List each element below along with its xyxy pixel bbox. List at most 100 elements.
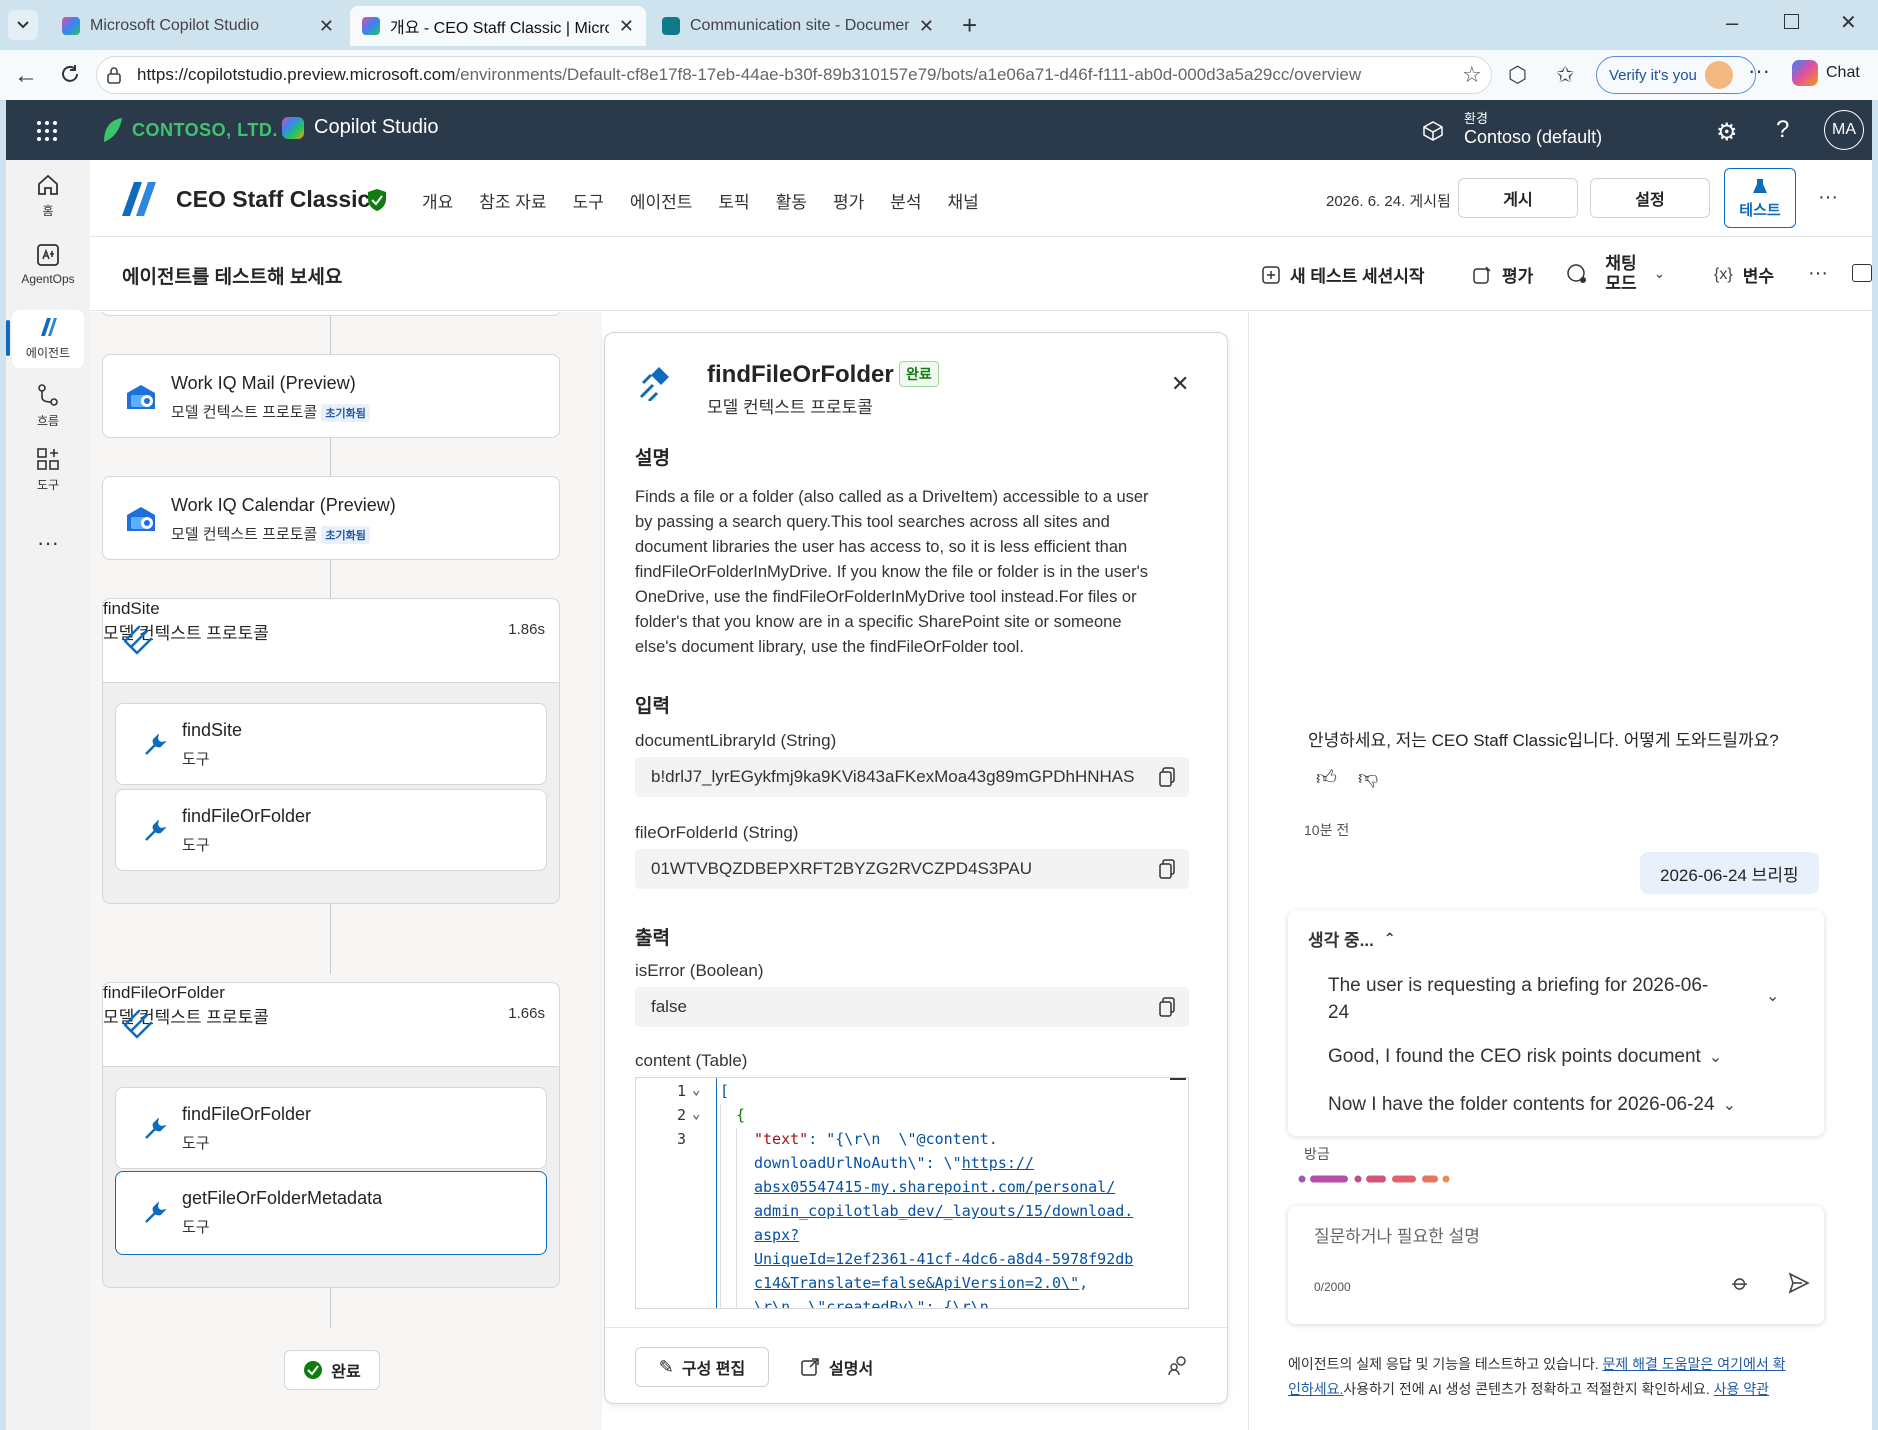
close-window-icon[interactable]: ✕ (1840, 10, 1857, 35)
feedback-people-icon[interactable] (1167, 1355, 1189, 1377)
rail-item-agentops[interactable]: AgentOps (6, 242, 90, 286)
thought-step-3[interactable]: Now I have the folder contents for 2026-… (1328, 1094, 1736, 1116)
tab-list-button[interactable] (8, 10, 38, 40)
thumbs-down-icon[interactable]: 👎︎ (1358, 766, 1378, 790)
browser-tab-2[interactable]: 개요 - CEO Staff Classic | Microsoft ✕ (350, 6, 646, 46)
chevron-down-icon[interactable]: ⌄ (1766, 986, 1779, 1006)
settings-gear-icon[interactable]: ⚙ (1716, 118, 1738, 147)
app-launcher-icon[interactable] (36, 120, 58, 142)
verify-label: Verify it's you (1609, 66, 1697, 84)
new-test-session-button[interactable]: 새 테스트 세션시작 (1262, 262, 1425, 287)
tab-analytics[interactable]: 분석 (890, 188, 921, 213)
code-url[interactable]: UniqueId=12ef2361-41cf-4dc6-a8d4-5978f92… (754, 1250, 1133, 1268)
copilot-chat-button[interactable]: Chat (1792, 60, 1860, 86)
thought-step-2[interactable]: Good, I found the CEO risk points docume… (1328, 1046, 1722, 1068)
tool-card-selected[interactable]: getFileOrFolderMetadata 도구 (115, 1171, 547, 1255)
description-line: folder's that you know are in a specific… (635, 613, 1122, 631)
copy-icon[interactable] (1159, 997, 1175, 1017)
browser-tab-3[interactable]: Communication site - Documents ✕ (650, 6, 946, 46)
docs-button[interactable]: 설명서 (801, 1355, 873, 1379)
favorite-star-icon[interactable]: ☆ (1462, 62, 1482, 88)
description-line: by passing a search query.This tool sear… (635, 513, 1110, 531)
rail-item-agents[interactable]: 에이전트 (6, 314, 90, 361)
test-more-icon[interactable]: ··· (1808, 262, 1828, 285)
send-icon[interactable] (1788, 1272, 1810, 1294)
more-icon[interactable]: ··· (1748, 58, 1770, 84)
tab-channels[interactable]: 채널 (948, 188, 979, 213)
collapse-pane-icon[interactable] (1852, 264, 1872, 282)
content-code-viewer[interactable]: 1 2 3 ⌄ ⌄ [ { "text": "{\r\n \"@content.… (635, 1077, 1189, 1309)
mcp-card-calendar[interactable]: Work IQ Calendar (Preview) 모델 컨텍스트 프로토콜 초… (102, 476, 560, 560)
chevron-down-icon: ⌄ (1708, 1049, 1723, 1066)
chat-input-box[interactable]: 질문하거나 필요한 설명 0/2000 ⌀ (1288, 1206, 1824, 1324)
thought-text: 24 (1328, 1002, 1350, 1023)
maximize-icon[interactable] (1784, 14, 1799, 29)
troubleshoot-link[interactable]: 인하세요. (1288, 1381, 1343, 1397)
mcp-card-mail[interactable]: Work IQ Mail (Preview) 모델 컨텍스트 프로토콜 초기화됨 (102, 354, 560, 438)
scrollbar-thumb[interactable] (1170, 1078, 1186, 1080)
lock-icon[interactable] (106, 66, 122, 84)
refresh-icon[interactable] (58, 62, 82, 86)
thought-step-1[interactable]: The user is requesting a briefing for 20… (1328, 972, 1748, 1026)
code-url[interactable]: aspx? (754, 1226, 799, 1244)
troubleshoot-link[interactable]: 문제 해결 도움말은 여기에서 확 (1602, 1356, 1785, 1372)
publish-label: 게시 (1503, 192, 1533, 209)
extensions-icon[interactable]: ⬡ (1508, 62, 1527, 88)
address-bar[interactable]: https://copilotstudio.preview.microsoft.… (96, 56, 1492, 94)
browser-tab-1[interactable]: Microsoft Copilot Studio ✕ (50, 6, 346, 46)
copy-icon[interactable] (1159, 767, 1175, 787)
tool-card[interactable]: findSite 도구 (115, 703, 547, 785)
test-button[interactable]: 테스트 (1724, 168, 1796, 228)
chat-mode-dropdown[interactable]: 채팅 모드 ⌄ (1566, 254, 1665, 294)
close-tab-icon[interactable]: ✕ (619, 16, 634, 37)
close-tab-icon[interactable]: ✕ (319, 16, 334, 37)
environment-label: 환경 (1464, 111, 1488, 126)
tab-agents[interactable]: 에이전트 (630, 188, 693, 213)
tab-overview[interactable]: 개요 (422, 188, 453, 213)
copy-icon[interactable] (1159, 859, 1175, 879)
tab-knowledge[interactable]: 참조 자료 (479, 188, 546, 213)
rail-item-home[interactable]: 홈 (6, 172, 90, 219)
close-panel-icon[interactable]: ✕ (1171, 371, 1189, 397)
copilot-studio-logo-icon (282, 116, 304, 139)
description-text: Finds a file or a folder (also called as… (635, 485, 1205, 660)
tool-card[interactable]: findFileOrFolder 도구 (115, 1087, 547, 1169)
tool-card[interactable]: findFileOrFolder 도구 (115, 789, 547, 871)
settings-button[interactable]: 설정 (1590, 178, 1710, 218)
code-line: [ (720, 1082, 730, 1100)
fold-chevron-icon[interactable]: ⌄ (692, 1106, 700, 1122)
tab-tools[interactable]: 도구 (573, 188, 604, 213)
variables-button[interactable]: {x} 변수 (1714, 262, 1774, 287)
thinking-toggle[interactable]: 생각 중... ⌃ (1308, 926, 1396, 951)
tab-topics[interactable]: 토픽 (718, 188, 749, 213)
code-url[interactable]: admin_copilotlab_dev/_layouts/15/downloa… (754, 1202, 1133, 1220)
rail-more-button[interactable]: ··· (6, 530, 90, 556)
back-icon[interactable]: ← (14, 62, 38, 90)
more-options-icon[interactable]: ··· (1818, 186, 1838, 209)
verify-profile-button[interactable]: Verify it's you (1596, 56, 1756, 94)
publish-button[interactable]: 게시 (1458, 178, 1578, 218)
rail-item-tools[interactable]: 도구 (6, 446, 90, 493)
code-url[interactable]: https:// (962, 1154, 1034, 1172)
terms-link[interactable]: 사용 약관 (1714, 1381, 1769, 1397)
environment-picker[interactable]: 환경 Contoso (default) (1464, 108, 1602, 148)
tab-activity[interactable]: 활동 (776, 188, 807, 213)
help-icon[interactable]: ? (1776, 116, 1789, 144)
group-header[interactable]: findFileOrFolder 모델 컨텍스트 프로토콜 1.66s (103, 983, 559, 1067)
evaluate-button[interactable]: 평가 (1472, 262, 1533, 287)
favorites-icon[interactable]: ✩ (1556, 62, 1574, 88)
attach-paperclip-icon[interactable]: ⌀ (1727, 1269, 1754, 1297)
close-tab-icon[interactable]: ✕ (919, 16, 934, 37)
user-avatar[interactable]: MA (1824, 110, 1864, 150)
code-url[interactable]: c14&Translate=false&ApiVersion=2.0\" (754, 1274, 1079, 1292)
thumbs-up-icon[interactable]: 👍︎ (1316, 766, 1337, 790)
rail-item-flows[interactable]: 흐름 (6, 382, 90, 429)
test-pane-title: 에이전트를 테스트해 보세요 (122, 267, 343, 288)
tab-evaluation[interactable]: 평가 (833, 188, 864, 213)
code-url[interactable]: absx05547415-my.sharepoint.com/personal/ (754, 1178, 1115, 1196)
new-tab-icon[interactable]: + (962, 10, 977, 41)
group-header[interactable]: findSite 모델 컨텍스트 프로토콜 1.86s (103, 599, 559, 683)
minimize-icon[interactable]: – (1726, 10, 1738, 36)
edit-config-button[interactable]: ✎ 구성 편집 (635, 1347, 769, 1387)
fold-chevron-icon[interactable]: ⌄ (692, 1082, 700, 1098)
